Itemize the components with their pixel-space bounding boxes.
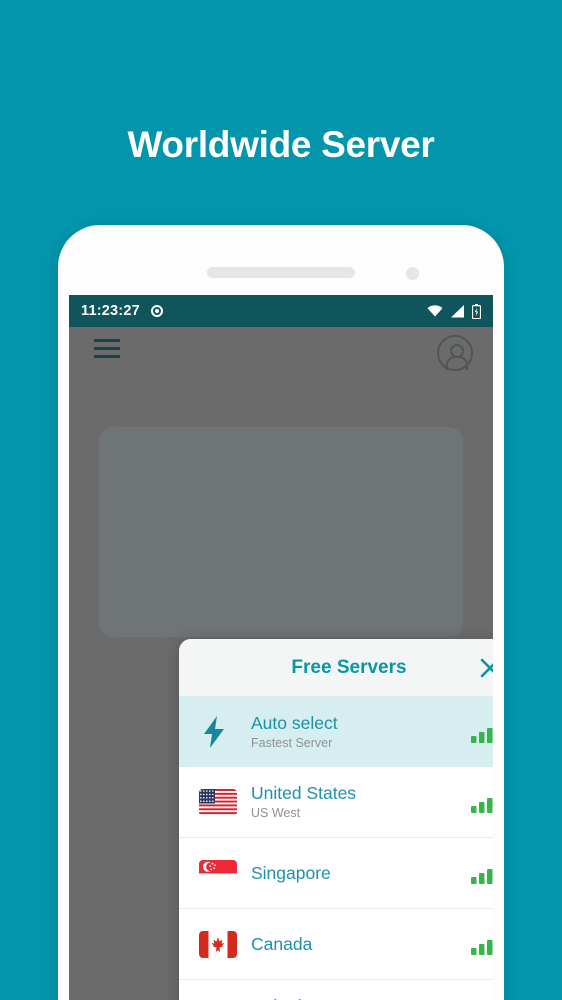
- front-camera-icon: [406, 267, 419, 280]
- earpiece-speaker: [207, 267, 355, 278]
- server-name: Canada: [251, 933, 313, 954]
- status-bar: 11:23:27: [69, 295, 493, 327]
- background-content-card: [99, 427, 463, 637]
- page-title: Worldwide Server: [127, 124, 435, 165]
- server-subtitle: US West: [251, 806, 301, 820]
- signal-strength-icon: [471, 727, 493, 743]
- flag-us-icon: [199, 788, 237, 816]
- record-dot-icon: [150, 305, 163, 317]
- flag-ca-icon: [199, 930, 237, 958]
- server-labels: Canada: [243, 934, 471, 955]
- bolt-icon: [204, 715, 224, 748]
- server-labels: United States US West: [243, 783, 471, 821]
- server-list-item[interactable]: Canada: [179, 909, 493, 980]
- server-labels: Singapore: [243, 863, 471, 884]
- phone-device-frame: 11:23:27 Free Servers Auto select Fastes…: [58, 225, 504, 1000]
- flag-sg-icon: [199, 859, 237, 887]
- server-flag: [199, 788, 243, 816]
- server-list-item[interactable]: United StatesUS East: [179, 980, 493, 1000]
- close-icon[interactable]: [479, 657, 493, 679]
- server-name: United States: [251, 783, 357, 803]
- wifi-icon: [427, 305, 443, 317]
- server-list-item[interactable]: Singapore: [179, 838, 493, 909]
- account-avatar-icon[interactable]: [437, 335, 473, 371]
- server-flag: [199, 859, 243, 887]
- hamburger-menu-icon[interactable]: [94, 339, 120, 363]
- dialog-title: Free Servers: [291, 656, 407, 678]
- server-subtitle: Fastest Server: [251, 735, 333, 750]
- signal-strength-icon: [471, 798, 493, 813]
- signal-strength-icon: [471, 869, 493, 884]
- battery-icon: [472, 303, 481, 319]
- signal-strength-icon: [471, 940, 493, 955]
- free-servers-dialog: Free Servers Auto select Fastest Server Un…: [179, 639, 493, 1000]
- phone-screen: 11:23:27 Free Servers Auto select Fastes…: [69, 295, 493, 1000]
- server-labels: United StatesUS East: [243, 996, 471, 1000]
- server-flag: [199, 715, 243, 749]
- cellular-signal-icon: [451, 304, 464, 317]
- server-name: United States: [251, 996, 356, 1000]
- dialog-header: Free Servers: [179, 639, 493, 696]
- server-list-item[interactable]: Auto select Fastest Server: [179, 696, 493, 767]
- server-name: Auto select: [251, 712, 338, 733]
- server-name: Singapore: [251, 862, 331, 883]
- status-bar-indicators: [427, 303, 481, 319]
- server-flag: [199, 930, 243, 958]
- server-labels: Auto select Fastest Server: [243, 713, 471, 751]
- server-list-item[interactable]: United States US West: [179, 767, 493, 838]
- server-list: Auto select Fastest Server United States US…: [179, 696, 493, 1000]
- status-bar-clock: 11:23:27: [81, 303, 140, 319]
